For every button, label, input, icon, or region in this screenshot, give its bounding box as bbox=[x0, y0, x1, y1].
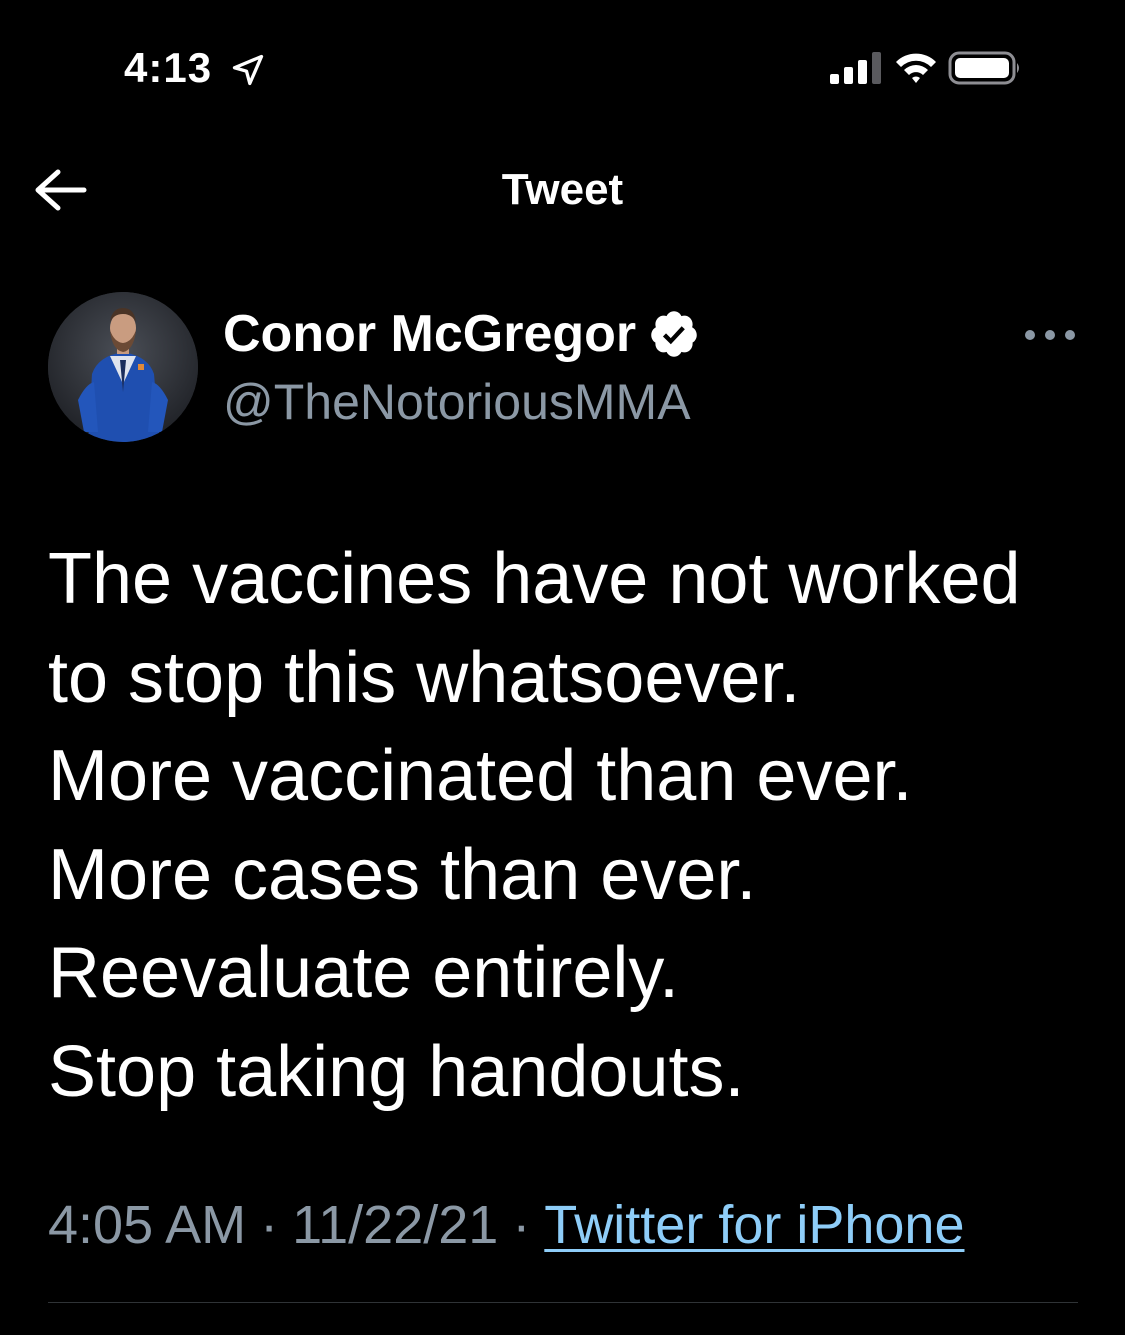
display-name[interactable]: Conor McGregor bbox=[223, 304, 636, 364]
divider bbox=[48, 1302, 1078, 1303]
status-bar: 4:13 bbox=[0, 0, 1125, 130]
tweet-metadata: 4:05 AM · 11/22/21 · Twitter for iPhone bbox=[48, 1192, 964, 1258]
tweet-text-line: Stop taking handouts. bbox=[48, 1031, 745, 1112]
cellular-signal-icon bbox=[830, 52, 881, 84]
tweet-text-line: to stop this whatsoever. bbox=[48, 637, 801, 718]
tweet-text-line: Reevaluate entirely. bbox=[48, 933, 680, 1013]
tweet-time: 4:05 AM bbox=[48, 1195, 247, 1255]
tweet-date: 11/22/21 bbox=[292, 1195, 499, 1255]
user-handle[interactable]: @TheNotoriousMMA bbox=[223, 372, 691, 432]
page-title: Tweet bbox=[501, 165, 624, 214]
tweet-text-line: The vaccines have not worked bbox=[48, 539, 1021, 619]
tweet-text-line: More cases than ever. bbox=[48, 834, 757, 915]
tweet-source-link[interactable]: Twitter for iPhone bbox=[544, 1195, 964, 1255]
verified-badge-icon bbox=[651, 311, 697, 357]
status-time: 4:13 bbox=[124, 44, 213, 91]
wifi-icon bbox=[896, 53, 936, 83]
meta-separator: · bbox=[260, 1195, 279, 1255]
avatar[interactable] bbox=[48, 292, 198, 442]
top-nav-bar: Tweet bbox=[0, 150, 1125, 230]
display-name-row: Conor McGregor bbox=[223, 304, 700, 364]
tweet-text: The vaccines have not worked to stop thi… bbox=[48, 530, 1088, 1121]
battery-icon bbox=[948, 51, 1019, 85]
meta-separator: · bbox=[512, 1195, 531, 1255]
location-arrow-icon bbox=[232, 54, 264, 86]
more-options-icon[interactable] bbox=[1022, 320, 1078, 350]
tweet-text-line: More vaccinated than ever. bbox=[48, 736, 913, 816]
tweet-author: Conor McGregor @TheNotoriousMMA bbox=[48, 292, 1078, 442]
